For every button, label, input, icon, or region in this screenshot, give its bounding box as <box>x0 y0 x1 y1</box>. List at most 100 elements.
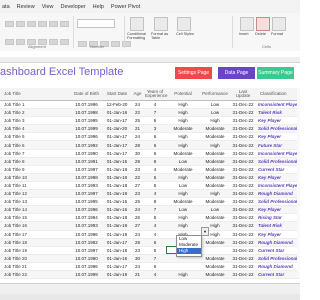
cell-start-date[interactable]: 01-Jan-19 <box>103 221 131 231</box>
table-row[interactable]: Job Title 2 10.07.1998 01-Jan-16 22 7 High Low… <box>0 108 300 118</box>
cell-years-experience[interactable]: 6 <box>144 238 166 247</box>
cell-potential[interactable]: Moderate <box>166 124 200 134</box>
cell-potential[interactable] <box>166 262 200 271</box>
cell-years-experience[interactable]: 7 <box>144 108 166 118</box>
cell-last-update[interactable]: 31-Dec-22 <box>230 140 256 150</box>
cell-start-date[interactable]: 01-Jan-16 <box>103 205 131 215</box>
cell-start-date[interactable]: 01-Jan-19 <box>103 270 131 280</box>
cell-classification[interactable]: Key Player <box>256 173 300 182</box>
cell-age[interactable]: 24 <box>131 230 144 239</box>
cell-last-update[interactable]: 31-Dec-22 <box>230 238 256 247</box>
cell-classification[interactable]: Future Star <box>256 140 300 150</box>
cell-last-update[interactable]: 31-Dec-22 <box>230 124 256 134</box>
data-page-button[interactable]: Data Page <box>218 67 255 79</box>
cell-last-update[interactable]: 31-Dec-22 <box>230 213 256 223</box>
cell-performance[interactable]: Low <box>200 205 230 215</box>
wrap-text-icon[interactable] <box>49 21 58 27</box>
cell-start-date[interactable]: 01-Jan-17 <box>103 140 131 150</box>
cell-age[interactable]: 29 <box>131 157 144 166</box>
cell-years-experience[interactable]: 8 <box>144 197 166 207</box>
cell-age[interactable]: 27 <box>131 181 144 191</box>
cell-job-title[interactable]: Job Title 3 <box>0 116 70 126</box>
vertical-scrollbar[interactable] <box>297 88 300 278</box>
cell-performance[interactable]: Moderate <box>200 213 230 223</box>
header-years-experience[interactable]: Years of Experience <box>144 88 168 101</box>
cell-job-title[interactable]: Job Title 17 <box>0 230 70 239</box>
cell-classification[interactable]: Solid Professional <box>256 254 300 263</box>
cell-last-update[interactable]: 31-Dec-22 <box>230 173 256 182</box>
cell-date-of-birth[interactable]: 10.07.1990 <box>70 254 103 263</box>
cell-performance[interactable]: High <box>200 116 230 126</box>
cell-classification[interactable]: Current Star <box>256 270 300 280</box>
table-row[interactable]: Job Title 16 10.07.1993 01-Jan-19 27 4 High Hi… <box>0 221 300 231</box>
cell-age[interactable]: 28 <box>131 140 144 150</box>
cell-date-of-birth[interactable]: 10.07.1991 <box>70 157 103 166</box>
cell-performance[interactable]: High <box>200 140 230 150</box>
cell-job-title[interactable]: Job Title 21 <box>0 262 70 271</box>
cell-classification[interactable]: Rough Diamond <box>256 262 300 271</box>
cell-last-update[interactable]: 31-Dec-22 <box>230 157 256 166</box>
cell-potential[interactable]: High <box>166 108 200 118</box>
potential-dropdown-list[interactable]: Low Moderate High <box>176 235 202 257</box>
cell-classification[interactable]: Solid Professional <box>256 157 300 166</box>
cell-age[interactable]: 25 <box>131 116 144 126</box>
table-row[interactable]: Job Title 22 10.07.1999 01-Jan-19 21 4 High Mo… <box>0 270 300 280</box>
header-potential[interactable]: Potential <box>166 88 200 101</box>
cell-performance[interactable]: Moderate <box>200 262 230 271</box>
cell-last-update[interactable]: 31-Dec-22 <box>230 254 256 263</box>
cell-start-date[interactable]: 01-Jan-16 <box>103 254 131 263</box>
cell-start-date[interactable]: 01-Jan-19 <box>103 165 131 174</box>
cell-date-of-birth[interactable]: 10.07.1996 <box>70 100 103 110</box>
cell-job-title[interactable]: Job Title 11 <box>0 181 70 191</box>
cell-job-title[interactable]: Job Title 16 <box>0 221 70 231</box>
table-row[interactable]: Job Title 21 10.07.1996 01-Jan-17 24 6 Modera… <box>0 262 300 271</box>
orientation-icon[interactable] <box>38 21 47 27</box>
cell-age[interactable]: 23 <box>131 246 144 255</box>
table-row[interactable]: Job Title 13 10.07.1995 01-Jan-15 25 8 Modera… <box>0 197 300 207</box>
conditional-formatting-icon[interactable] <box>130 17 144 31</box>
cell-potential[interactable]: High <box>166 173 200 182</box>
delete-cells-label[interactable]: Delete <box>255 32 266 36</box>
cell-years-experience[interactable]: 5 <box>144 213 166 223</box>
cell-age[interactable]: 22 <box>131 108 144 118</box>
cell-age[interactable]: 24 <box>131 262 144 271</box>
cell-classification[interactable]: Current Star <box>256 246 300 255</box>
cell-age[interactable]: 30 <box>131 254 144 263</box>
header-job-title[interactable]: Job Title <box>0 88 70 101</box>
cell-job-title[interactable]: Job Title 5 <box>0 132 70 142</box>
cell-date-of-birth[interactable]: 10.07.1995 <box>70 116 103 126</box>
table-row[interactable]: Job Title 11 10.07.1993 01-Jan-18 27 5 Low Mod… <box>0 181 300 191</box>
cell-age[interactable]: 30 <box>131 149 144 158</box>
align-bottom-icon[interactable] <box>27 21 36 27</box>
cell-potential[interactable]: Moderate <box>166 149 200 158</box>
cell-date-of-birth[interactable]: 10.07.1995 <box>70 197 103 207</box>
cell-start-date[interactable]: 01-Jan-17 <box>103 132 131 142</box>
cell-last-update[interactable]: 31-Dec-22 <box>230 189 256 199</box>
cell-potential[interactable]: High <box>166 140 200 150</box>
cell-years-experience[interactable]: 6 <box>144 262 166 271</box>
cell-performance[interactable]: Moderate <box>200 270 230 280</box>
table-row[interactable]: Job Title 19 10.07.1997 01-Jan-18 23 5 31-Dec… <box>0 246 300 255</box>
cell-performance[interactable]: Low <box>200 108 230 118</box>
cell-years-experience[interactable]: 3 <box>144 124 166 134</box>
cell-years-experience[interactable]: 4 <box>144 165 166 174</box>
table-row[interactable]: Job Title 1710.07.199601-Jan-19244HighHi… <box>0 230 300 239</box>
cell-job-title[interactable]: Job Title 22 <box>0 270 70 280</box>
table-row[interactable]: Job Title 15 10.07.1994 01-Jan-18 26 5 High Mo… <box>0 213 300 223</box>
cell-last-update[interactable]: 31-Dec-22 <box>230 262 256 271</box>
cell-years-experience[interactable]: 6 <box>144 116 166 126</box>
cell-last-update[interactable]: 31-Dec-22 <box>230 221 256 231</box>
cell-date-of-birth[interactable]: 10.07.1996 <box>70 205 103 215</box>
cell-years-experience[interactable]: 5 <box>144 181 166 191</box>
cell-classification[interactable]: Key Player <box>256 116 300 126</box>
cell-date-of-birth[interactable]: 10.07.1996 <box>70 230 103 239</box>
header-last-update[interactable]: Last Update <box>230 88 256 101</box>
cell-date-of-birth[interactable]: 10.07.1999 <box>70 270 103 280</box>
cell-potential[interactable]: Low <box>166 205 200 215</box>
cell-last-update[interactable]: 31-Dec-22 <box>230 100 256 110</box>
summary-page-button[interactable]: Summary Page <box>257 67 294 79</box>
table-row[interactable]: Job Title 4 10.07.1999 01-Jan-20 21 3 Moderat… <box>0 124 300 134</box>
cell-performance[interactable]: Moderate <box>200 149 230 158</box>
cell-performance[interactable]: Low <box>200 100 230 110</box>
cell-classification[interactable]: Key Player <box>256 230 300 239</box>
